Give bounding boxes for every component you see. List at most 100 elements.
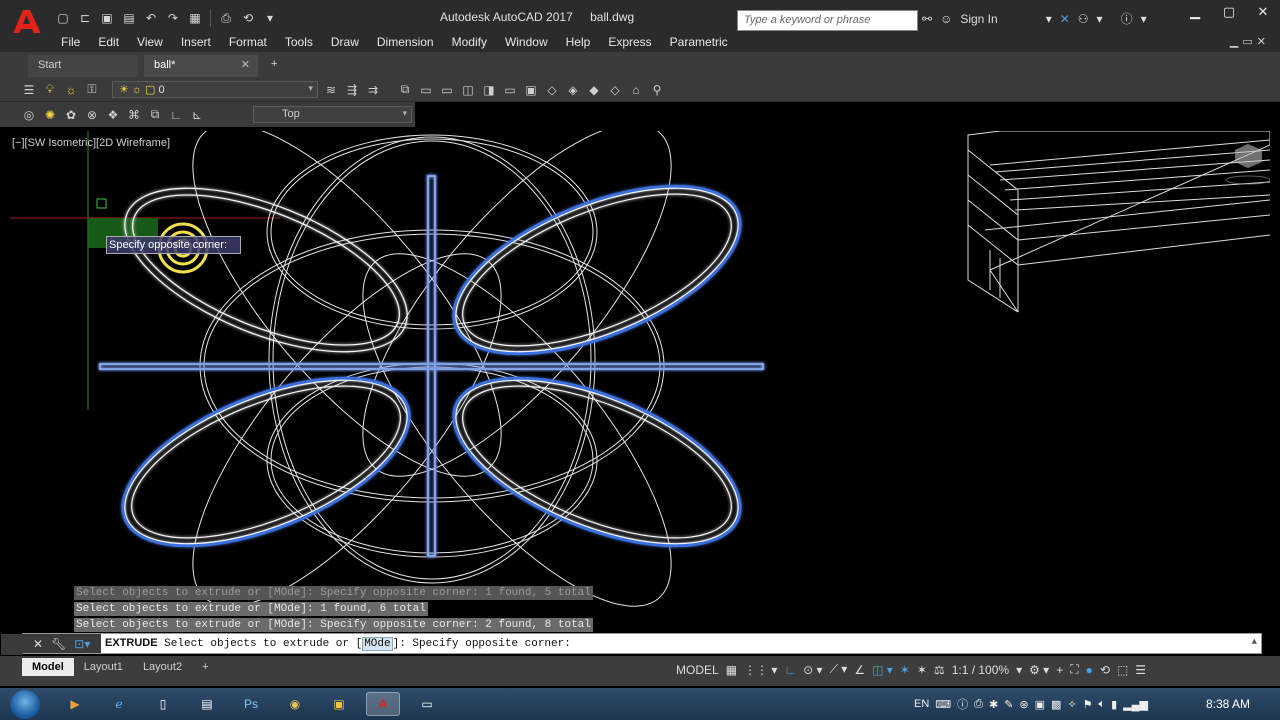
autocad-taskbar-icon[interactable]: A: [366, 692, 400, 716]
menu-dimension[interactable]: Dimension: [368, 33, 443, 52]
clean-screen-icon[interactable]: ⬚: [1117, 663, 1128, 677]
make-current-icon[interactable]: ≋: [322, 81, 340, 98]
open-icon[interactable]: ⊏: [76, 9, 94, 27]
sign-in-link[interactable]: Sign In: [960, 12, 997, 26]
help-icon[interactable]: ⓘ: [1121, 10, 1133, 27]
close-icon[interactable]: ✕: [33, 637, 43, 651]
menu-draw[interactable]: Draw: [322, 33, 368, 52]
internet-explorer-icon[interactable]: ℯ: [102, 692, 136, 716]
binoculars-icon[interactable]: ⚯: [922, 12, 932, 26]
chrome-icon[interactable]: ◉: [278, 692, 312, 716]
volume-icon[interactable]: 🔈︎: [1099, 698, 1106, 711]
qat-dropdown-icon[interactable]: ▾: [261, 9, 279, 27]
add-layout-button[interactable]: +: [192, 658, 218, 676]
workspace-icon[interactable]: ▦: [186, 9, 204, 27]
menu-tools[interactable]: Tools: [276, 33, 322, 52]
game-icon[interactable]: ▣: [1035, 698, 1045, 711]
media-player-icon[interactable]: ▶: [58, 692, 92, 716]
named-views-icon[interactable]: ⧉: [396, 81, 414, 98]
quick-properties-icon[interactable]: ⟲: [1100, 663, 1110, 677]
menu-file[interactable]: File: [52, 33, 89, 52]
clock[interactable]: 8:38 AM: [1206, 697, 1250, 711]
close-icon[interactable]: ✕: [241, 58, 250, 71]
recent-commands-icon[interactable]: ⊡▾: [74, 637, 90, 651]
notepad-icon[interactable]: ▤: [190, 692, 224, 716]
layer-states-icon[interactable]: ⇉: [364, 81, 382, 98]
render-icon[interactable]: ⊗: [83, 106, 101, 123]
lock-icon[interactable]: ⚿: [83, 81, 101, 98]
autoscale-icon[interactable]: ✶: [917, 663, 927, 677]
camera-settings-icon[interactable]: ⌘: [125, 106, 143, 123]
save-icon[interactable]: ▣: [98, 9, 116, 27]
tool-icon[interactable]: ✧: [1067, 698, 1076, 711]
hardware-acceleration-icon[interactable]: ●: [1086, 663, 1093, 677]
menu-window[interactable]: Window: [496, 33, 557, 52]
command-line[interactable]: ✕ 🔧︎ ⊡▾ EXTRUDE Select objects to extrud…: [1, 633, 1262, 655]
isodraft-icon[interactable]: ⟋ ▾: [830, 662, 848, 677]
tab-layout1[interactable]: Layout1: [74, 658, 133, 676]
document-window-controls[interactable]: ▁▭✕: [1230, 35, 1270, 48]
chevron-up-icon[interactable]: ▲: [1252, 637, 1257, 647]
chevron-down-icon[interactable]: ▾: [1141, 12, 1147, 26]
back-view-icon[interactable]: ▣: [522, 81, 540, 98]
sun-icon[interactable]: ☼: [62, 81, 80, 98]
annotation-visibility-icon[interactable]: ✶: [900, 663, 910, 677]
tab-layout2[interactable]: Layout2: [133, 658, 192, 676]
close-button[interactable]: ✕: [1246, 0, 1280, 24]
menu-view[interactable]: View: [128, 33, 172, 52]
layer-previous-icon[interactable]: ⇶: [343, 81, 361, 98]
tab-start[interactable]: Start: [28, 55, 138, 77]
layer-properties-icon[interactable]: ☰: [20, 81, 38, 98]
material-icon[interactable]: ✿: [62, 106, 80, 123]
wifi-icon[interactable]: ▂▄▆: [1123, 698, 1148, 711]
signal-icon[interactable]: ▮: [1111, 698, 1117, 711]
tab-model[interactable]: Model: [22, 658, 74, 676]
minimize-button[interactable]: ▁: [1178, 0, 1212, 24]
annotation-scale-value[interactable]: 1:1 / 100%: [952, 663, 1009, 677]
menu-edit[interactable]: Edit: [89, 33, 128, 52]
language-indicator[interactable]: EN: [914, 698, 929, 710]
camera-icon[interactable]: ⌂: [627, 81, 645, 98]
gear-icon[interactable]: ⚙ ▾: [1029, 663, 1049, 677]
polar-icon[interactable]: ⊙ ▾: [803, 663, 822, 677]
network-icon[interactable]: ⊛: [1019, 698, 1028, 711]
a360-icon[interactable]: ⚇: [1078, 12, 1089, 26]
printer-icon[interactable]: ⎙: [974, 698, 983, 711]
right-view-icon[interactable]: ◨: [480, 81, 498, 98]
user-icon[interactable]: ☺: [940, 12, 952, 26]
drawing-area[interactable]: [10, 123, 1271, 651]
ucs-icon[interactable]: ∟: [167, 106, 185, 123]
chevron-down-icon[interactable]: ▾: [1016, 663, 1022, 677]
sunlight-icon[interactable]: ❖: [104, 106, 122, 123]
start-button[interactable]: [10, 690, 40, 719]
viewcube-icon[interactable]: [1225, 144, 1271, 185]
viewport-controls[interactable]: [−][SW Isometric][2D Wireframe]: [12, 137, 170, 149]
menu-parametric[interactable]: Parametric: [661, 33, 737, 52]
nw-iso-icon[interactable]: ◇: [606, 81, 624, 98]
view-select[interactable]: Top ▾: [253, 106, 412, 123]
new-icon[interactable]: ▢: [54, 9, 72, 27]
ucs-world-icon[interactable]: ⊾: [188, 106, 206, 123]
redo-icon[interactable]: ↷: [164, 9, 182, 27]
layer-select[interactable]: ☀ ☼ ▢ 0 ▾: [112, 81, 318, 98]
menu-format[interactable]: Format: [220, 33, 276, 52]
tab-ball[interactable]: ball* ✕: [144, 55, 258, 77]
snap-icon[interactable]: ⋮⋮ ▾: [744, 663, 777, 677]
photoshop-icon[interactable]: Ps: [234, 692, 268, 716]
bottom-view-icon[interactable]: ▭: [438, 81, 456, 98]
menu-modify[interactable]: Modify: [443, 33, 496, 52]
brush-icon[interactable]: ✎: [1004, 698, 1013, 711]
layer-on-icon[interactable]: 💡︎: [41, 81, 59, 98]
search-input[interactable]: Type a keyword or phrase: [737, 10, 918, 31]
grid-icon[interactable]: ▦: [726, 663, 737, 677]
menu-help[interactable]: Help: [557, 33, 600, 52]
orbit-icon[interactable]: ◎: [20, 106, 38, 123]
plus-icon[interactable]: +: [1056, 663, 1063, 677]
sw-iso-icon[interactable]: ◇: [543, 81, 561, 98]
view-manager-icon[interactable]: ⧉: [146, 106, 164, 123]
chevron-down-icon[interactable]: ▾: [1046, 12, 1052, 26]
folder-icon[interactable]: ▣: [322, 692, 356, 716]
undo-icon[interactable]: ↶: [142, 9, 160, 27]
maximize-button[interactable]: ▢: [1212, 0, 1246, 24]
annotation-scale-icon[interactable]: ⚖: [934, 663, 945, 677]
